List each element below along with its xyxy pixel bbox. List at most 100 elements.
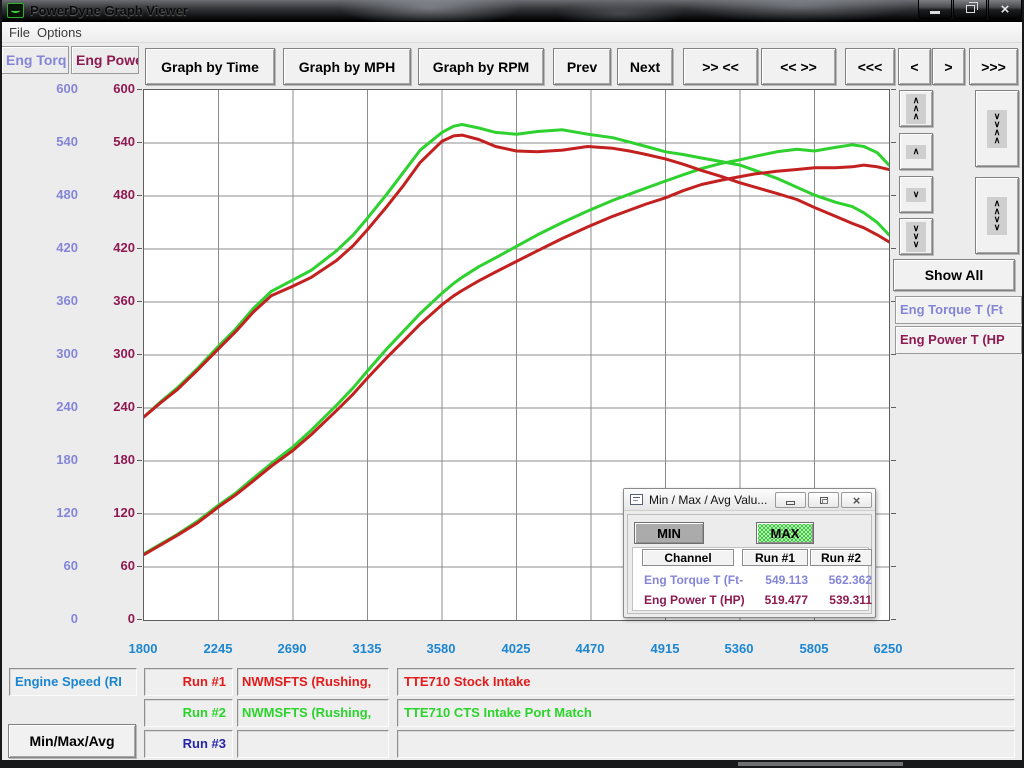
run-name-run3[interactable] xyxy=(237,730,389,758)
column-header-label: Run #2 xyxy=(821,551,861,565)
x-tick-3135: 3135 xyxy=(332,641,402,657)
y-axis-torque-header[interactable]: Eng Torq xyxy=(1,46,69,74)
x-tick-2245: 2245 xyxy=(183,641,253,657)
minmax-table: Channel Run #1 Run #2 Eng Torque T (Ft-5… xyxy=(632,547,869,611)
min-tab-button[interactable]: MIN xyxy=(634,522,704,544)
close-icon: × xyxy=(853,494,861,507)
zoom-collapse-button[interactable]: ∨∨∧∧ xyxy=(975,90,1019,167)
run-comment-run3[interactable] xyxy=(397,730,1015,758)
y-tick-power-360: 360 xyxy=(0,292,135,310)
title-bar[interactable]: PowerDyne Graph Viewer × xyxy=(0,0,1024,22)
scroll-up-button[interactable]: ∧ xyxy=(899,133,933,170)
show-all-button[interactable]: Show All xyxy=(893,259,1015,291)
run-comment-run1[interactable]: TTE710 Stock Intake xyxy=(397,668,1015,696)
max-tab-label: MAX xyxy=(771,526,800,541)
y-tick-power-120: 120 xyxy=(0,504,135,522)
toolbar-button-graph-by-time[interactable]: Graph by Time xyxy=(145,48,275,85)
y-tick-power-240: 240 xyxy=(0,398,135,416)
minmax-minimize-button[interactable] xyxy=(775,492,806,508)
minimize-button[interactable] xyxy=(918,0,952,19)
menu-options[interactable]: Options xyxy=(37,25,82,40)
axis-tick-mark xyxy=(891,142,896,143)
toolbar-button-[interactable]: >>> xyxy=(969,48,1018,85)
y-axis-power-header[interactable]: Eng Powe xyxy=(71,46,139,74)
minmax-window[interactable]: Min / Max / Avg Valu... × MIN MAX Channe… xyxy=(623,488,876,618)
zoom-expand-button[interactable]: ∧∧∨∨ xyxy=(975,177,1019,254)
axis-tick-mark xyxy=(891,566,896,567)
axis-tick-mark xyxy=(891,195,896,196)
toolbar-button-next[interactable]: Next xyxy=(617,48,673,85)
column-header-label: Channel xyxy=(664,551,711,565)
legend-torque[interactable]: Eng Torque T (Ft xyxy=(895,296,1022,324)
axis-tick-mark xyxy=(137,89,142,90)
minmax-body: MIN MAX Channel Run #1 Run #2 Eng Torque… xyxy=(627,514,872,614)
y-tick-power-420: 420 xyxy=(0,239,135,257)
minmax-window-title: Min / Max / Avg Valu... xyxy=(649,493,767,507)
x-tick-4470: 4470 xyxy=(555,641,625,657)
y-tick-power-480: 480 xyxy=(0,186,135,204)
axis-tick-mark xyxy=(137,566,142,567)
legend-torque-label: Eng Torque T (Ft xyxy=(900,302,1003,317)
minmax-run2-value: 539.311 xyxy=(805,592,872,608)
legend-power[interactable]: Eng Power T (HP xyxy=(895,326,1022,354)
minmax-close-button[interactable]: × xyxy=(841,492,872,508)
minmaxavg-label: Min/Max/Avg xyxy=(29,733,114,749)
close-button[interactable]: × xyxy=(988,0,1022,19)
column-header-run1[interactable]: Run #1 xyxy=(742,549,808,566)
run-name-run1[interactable]: NWMSFTS (Rushing, xyxy=(237,668,389,696)
y-tick-power-60: 60 xyxy=(0,557,135,575)
column-header-run2[interactable]: Run #2 xyxy=(810,549,872,566)
x-tick-1800: 1800 xyxy=(108,641,178,657)
toolbar-button-[interactable]: > xyxy=(932,48,965,85)
axis-tick-mark xyxy=(137,619,142,620)
toolbar-button-prev[interactable]: Prev xyxy=(553,48,611,85)
window-border-left xyxy=(0,0,2,768)
run-name-run2[interactable]: NWMSFTS (Rushing, xyxy=(237,699,389,727)
x-tick-5805: 5805 xyxy=(779,641,849,657)
run-label-run2[interactable]: Run #2 xyxy=(144,699,233,727)
app-icon xyxy=(7,3,24,18)
toolbar-button-graph-by-mph[interactable]: Graph by MPH xyxy=(283,48,411,85)
toolbar-button-[interactable]: <<< xyxy=(845,48,895,85)
y-tick-power-600: 600 xyxy=(0,80,135,98)
x-tick-3580: 3580 xyxy=(406,641,476,657)
minmax-run1-value: 519.477 xyxy=(738,592,808,608)
restore-icon xyxy=(820,497,828,504)
minmaxavg-button[interactable]: Min/Max/Avg xyxy=(8,724,136,758)
toolbar-button-graph-by-rpm[interactable]: Graph by RPM xyxy=(418,48,544,85)
close-icon: × xyxy=(1001,2,1010,17)
run-comment-run2[interactable]: TTE710 CTS Intake Port Match xyxy=(397,699,1015,727)
axis-tick-mark xyxy=(137,354,142,355)
minimize-icon xyxy=(930,11,940,14)
toolbar-button-[interactable]: << >> xyxy=(761,48,836,85)
run-label-run1[interactable]: Run #1 xyxy=(144,668,233,696)
column-header-label: Run #1 xyxy=(755,551,795,565)
y-tick-power-540: 540 xyxy=(0,133,135,151)
run-label-run3[interactable]: Run #3 xyxy=(144,730,233,758)
toolbar-button-[interactable]: >> << xyxy=(683,48,758,85)
min-tab-label: MIN xyxy=(657,526,681,541)
window-border-bottom[interactable] xyxy=(0,760,1024,768)
y-tick-power-180: 180 xyxy=(0,451,135,469)
x-tick-2690: 2690 xyxy=(257,641,327,657)
y-tick-power-0: 0 xyxy=(0,610,135,628)
window-title: PowerDyne Graph Viewer xyxy=(30,3,188,18)
restore-icon xyxy=(966,5,975,13)
axis-tick-mark xyxy=(137,195,142,196)
maximize-restore-button[interactable] xyxy=(953,0,987,19)
minmax-title-bar[interactable]: Min / Max / Avg Valu... × xyxy=(624,489,875,511)
x-axis-channel-label: Engine Speed (RI xyxy=(15,674,122,689)
x-axis-channel-box[interactable]: Engine Speed (RI xyxy=(9,668,137,696)
axis-tick-mark xyxy=(891,89,896,90)
minmax-restore-button[interactable] xyxy=(808,492,839,508)
max-tab-button[interactable]: MAX xyxy=(756,522,814,544)
toolbar-button-[interactable]: < xyxy=(898,48,931,85)
scroll-down-button[interactable]: ∨ xyxy=(899,176,933,213)
scroll-down-fast-button[interactable]: ∨∨∨ xyxy=(899,218,933,255)
scroll-up-fast-button[interactable]: ∧∧∧ xyxy=(899,90,933,127)
axis-tick-mark xyxy=(891,407,896,408)
column-header-channel[interactable]: Channel xyxy=(642,549,734,566)
axis-tick-mark xyxy=(891,619,896,620)
menu-file[interactable]: File xyxy=(9,25,30,40)
minmax-run1-value: 549.113 xyxy=(738,572,808,588)
